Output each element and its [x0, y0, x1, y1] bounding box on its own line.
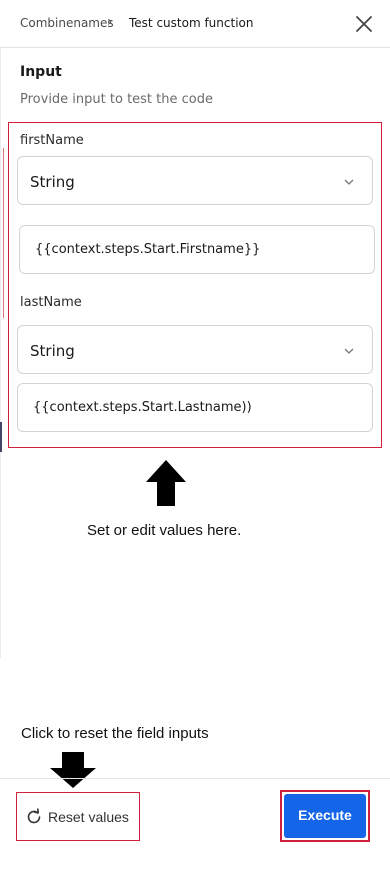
- panel-header: Combinenames › Test custom function: [0, 0, 390, 48]
- refresh-icon: [27, 808, 41, 824]
- footer-divider: [0, 778, 390, 779]
- field-label-lastname: lastName: [20, 295, 82, 310]
- select-value: String: [30, 173, 75, 191]
- arrow-down-icon: [50, 752, 96, 788]
- left-marker: [3, 148, 4, 318]
- set-values-note: Set or edit values here.: [87, 522, 242, 539]
- section-subtitle: Provide input to test the code: [20, 92, 213, 107]
- select-value: String: [30, 342, 75, 360]
- reset-values-label: Reset values: [48, 809, 129, 825]
- breadcrumb-current: Test custom function: [129, 16, 254, 30]
- input-value: {{context.steps.Start.Lastname)): [33, 400, 252, 415]
- chevron-down-icon: [344, 179, 354, 185]
- lastname-value-input[interactable]: {{context.steps.Start.Lastname)): [17, 383, 373, 432]
- breadcrumb-separator: ›: [107, 14, 113, 30]
- close-button[interactable]: [350, 10, 378, 38]
- execute-button[interactable]: Execute: [284, 794, 366, 838]
- reset-note: Click to reset the field inputs: [21, 725, 209, 742]
- firstname-value-input[interactable]: {{context.steps.Start.Firstname}}: [19, 225, 375, 274]
- close-icon: [356, 16, 372, 32]
- section-title: Input: [20, 64, 62, 80]
- arrow-up-icon: [146, 460, 186, 506]
- reset-values-button[interactable]: Reset values: [16, 792, 140, 841]
- left-marker: [0, 422, 2, 452]
- lastname-type-select[interactable]: String: [17, 325, 373, 374]
- execute-label: Execute: [298, 807, 352, 823]
- firstname-type-select[interactable]: String: [17, 156, 373, 205]
- field-label-firstname: firstName: [20, 133, 84, 148]
- input-value: {{context.steps.Start.Firstname}}: [35, 242, 261, 257]
- chevron-down-icon: [344, 348, 354, 354]
- panel-left-border: [0, 48, 1, 658]
- breadcrumb-parent[interactable]: Combinenames: [20, 16, 114, 30]
